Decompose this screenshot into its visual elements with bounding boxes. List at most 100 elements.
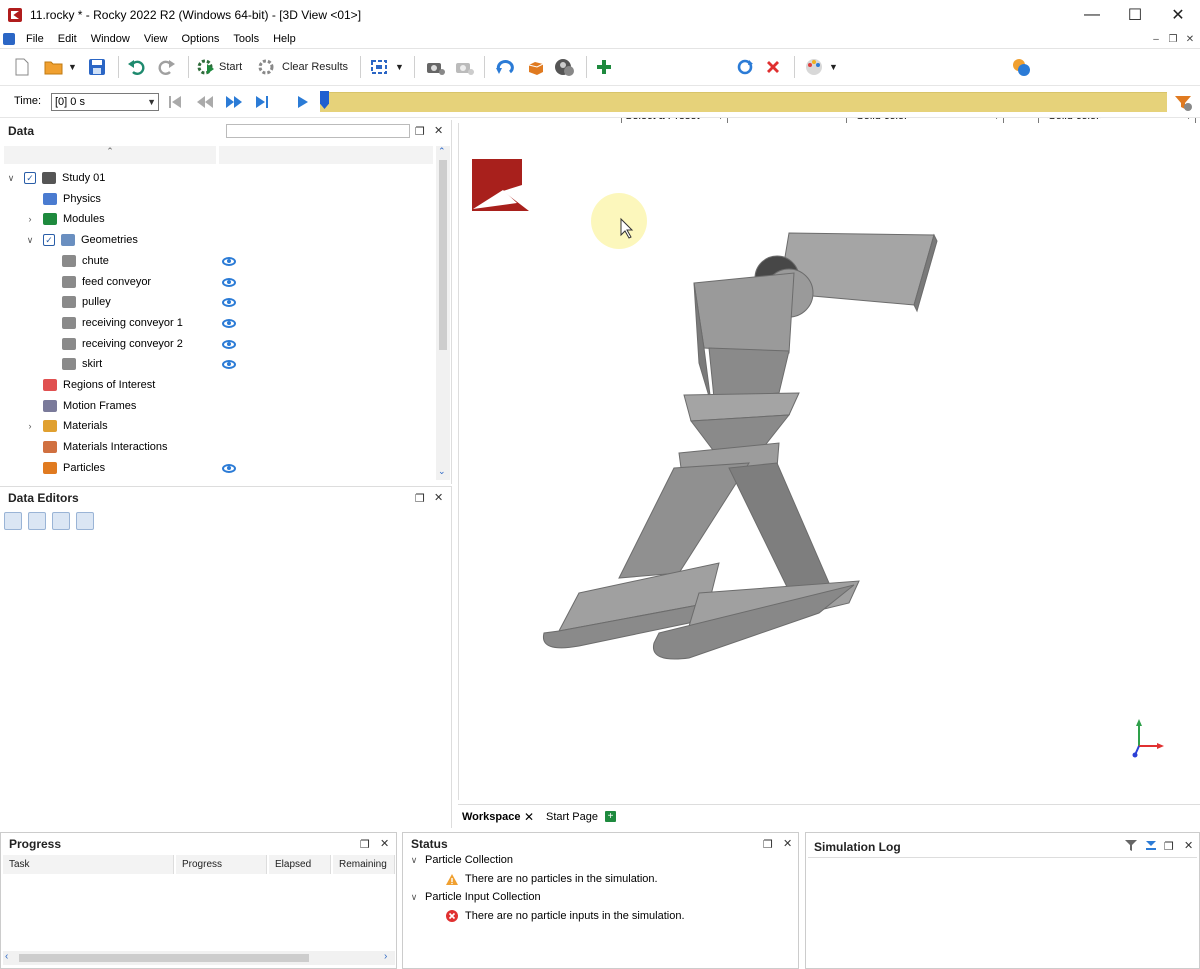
box-view-icon[interactable] — [526, 57, 546, 77]
eye-icon[interactable] — [222, 256, 236, 266]
scroll-down-icon[interactable]: ⌄ — [438, 466, 446, 477]
expand-chevron-icon[interactable]: ∨ — [25, 235, 35, 246]
minimize-button[interactable]: — — [1070, 0, 1114, 30]
tree-item-regions-of-interest[interactable]: Regions of Interest — [25, 375, 155, 395]
tree-scrollbar[interactable]: ⌃ ⌄ — [436, 146, 450, 480]
status-group-particle-collection[interactable]: ∨ Particle Collection — [409, 850, 513, 870]
delete-preset-icon[interactable] — [765, 57, 781, 77]
expand-chevron-icon[interactable]: › — [25, 214, 35, 224]
progress-hscroll-thumb[interactable] — [19, 954, 309, 962]
tree-item-modules[interactable]: › Modules — [25, 209, 105, 229]
previous-frame-icon[interactable] — [196, 95, 214, 112]
tree-item-motion-frames[interactable]: Motion Frames — [25, 396, 136, 416]
simulation-log-close-icon[interactable]: ✕ — [1184, 839, 1193, 852]
scroll-up-icon[interactable]: ⌃ — [438, 146, 446, 157]
tree-item-physics[interactable]: Physics — [25, 189, 101, 209]
3d-viewport[interactable] — [459, 123, 1200, 800]
menu-edit[interactable]: Edit — [51, 33, 84, 45]
column-progress[interactable]: Progress — [176, 855, 267, 874]
redo-icon[interactable] — [156, 57, 176, 77]
open-folder-icon[interactable] — [44, 57, 64, 77]
collapse-icon[interactable]: ∨ — [409, 892, 419, 903]
last-frame-icon[interactable] — [255, 95, 269, 112]
tree-item-pulley[interactable]: pulley — [44, 292, 111, 312]
mdi-minimize-button[interactable]: – — [1148, 32, 1164, 47]
progress-close-icon[interactable]: ✕ — [380, 837, 389, 850]
scroll-right-icon[interactable]: › — [384, 951, 387, 962]
scroll-to-end-icon[interactable] — [1144, 839, 1158, 855]
tree-item-receiving-conveyor-1[interactable]: receiving conveyor 1 — [44, 313, 183, 333]
data-editors-close-icon[interactable]: ✕ — [434, 491, 443, 504]
camera-settings-disabled-icon[interactable] — [454, 57, 476, 77]
menu-help[interactable]: Help — [266, 33, 303, 45]
undo-icon[interactable] — [127, 57, 147, 77]
add-icon[interactable] — [596, 57, 612, 77]
tree-column-header-name[interactable]: ⌃ — [4, 146, 216, 164]
column-elapsed[interactable]: Elapsed — [269, 855, 331, 874]
tree-item-receiving-conveyor-2[interactable]: receiving conveyor 2 — [44, 334, 183, 354]
mdi-close-button[interactable]: ✕ — [1182, 32, 1198, 47]
timeline-thumb[interactable] — [320, 91, 329, 109]
open-dropdown-icon[interactable]: ▼ — [68, 57, 77, 77]
3d-view[interactable] — [458, 123, 1200, 800]
add-geometry-icon[interactable] — [52, 512, 70, 530]
save-icon[interactable] — [88, 57, 106, 77]
tree-item-chute[interactable]: chute — [44, 251, 109, 271]
menu-file[interactable]: File — [19, 33, 51, 45]
tab-start-page[interactable]: Start Page + — [542, 805, 622, 829]
tree-scrollbar-thumb[interactable] — [439, 160, 447, 350]
status-group-particle-input-collection[interactable]: ∨ Particle Input Collection — [409, 887, 541, 907]
scroll-left-icon[interactable]: ‹ — [5, 951, 8, 962]
camera-settings-icon[interactable] — [425, 57, 447, 77]
add-input-icon[interactable] — [4, 512, 22, 530]
eye-icon[interactable] — [222, 277, 236, 287]
menu-tools[interactable]: Tools — [226, 33, 266, 45]
tree-column-header-visibility[interactable] — [219, 146, 433, 164]
close-button[interactable]: ✕ — [1156, 0, 1200, 30]
start-button[interactable]: Start — [197, 57, 242, 77]
layout-icon[interactable] — [370, 57, 390, 77]
menu-view[interactable]: View — [137, 33, 175, 45]
eye-icon[interactable] — [222, 339, 236, 349]
first-frame-icon[interactable] — [168, 95, 182, 112]
status-close-icon[interactable]: ✕ — [783, 837, 792, 850]
app-menu-icon[interactable] — [3, 33, 15, 45]
progress-float-icon[interactable]: ❐ — [360, 838, 370, 851]
play-icon[interactable] — [297, 95, 309, 112]
data-search-input[interactable] — [226, 124, 410, 138]
time-select[interactable]: [0] 0 s ▼ — [51, 93, 159, 111]
menu-window[interactable]: Window — [84, 33, 137, 45]
visibility-checkbox[interactable]: ✓ — [24, 172, 36, 184]
tree-item-skirt[interactable]: skirt — [44, 354, 102, 374]
rotate-view-icon[interactable] — [495, 57, 517, 77]
tree-item-materials[interactable]: › Materials — [25, 416, 108, 436]
eye-icon[interactable] — [222, 463, 236, 473]
tree-item-particles[interactable]: Particles — [25, 458, 105, 478]
clear-results-button[interactable]: Clear Results — [258, 57, 348, 77]
tree-item-materials-interactions[interactable]: Materials Interactions — [25, 437, 168, 457]
timeline-slider[interactable] — [320, 91, 1167, 112]
tree-item-study-01[interactable]: ∨ ✓ Study 01 — [6, 168, 105, 188]
new-file-icon[interactable] — [14, 57, 30, 77]
tree-item-geometries[interactable]: ∨ ✓ Geometries — [25, 230, 138, 250]
simulation-log-float-icon[interactable]: ❐ — [1164, 840, 1174, 853]
expand-chevron-icon[interactable]: ∨ — [6, 173, 16, 184]
data-editors-float-icon[interactable]: ❐ — [415, 492, 425, 505]
menu-options[interactable]: Options — [174, 33, 226, 45]
add-tab-icon[interactable]: + — [605, 811, 616, 822]
collapse-icon[interactable]: ∨ — [409, 855, 419, 866]
render-settings-icon[interactable] — [554, 57, 576, 77]
eye-icon[interactable] — [222, 318, 236, 328]
next-frame-icon[interactable] — [225, 95, 243, 112]
timeline-filter-icon[interactable] — [1174, 94, 1194, 115]
data-panel-float-icon[interactable]: ❐ — [415, 125, 425, 138]
tab-workspace[interactable]: Workspace ✕ — [458, 805, 540, 829]
eye-icon[interactable] — [222, 298, 236, 308]
column-remaining[interactable]: Remaining — [333, 855, 395, 874]
transfer-chute-model[interactable] — [542, 232, 938, 660]
eye-icon[interactable] — [222, 360, 236, 370]
add-roi-icon[interactable] — [28, 512, 46, 530]
column-task[interactable]: Task — [3, 855, 174, 874]
add-particle-icon[interactable] — [76, 512, 94, 530]
data-panel-close-icon[interactable]: ✕ — [434, 124, 443, 137]
